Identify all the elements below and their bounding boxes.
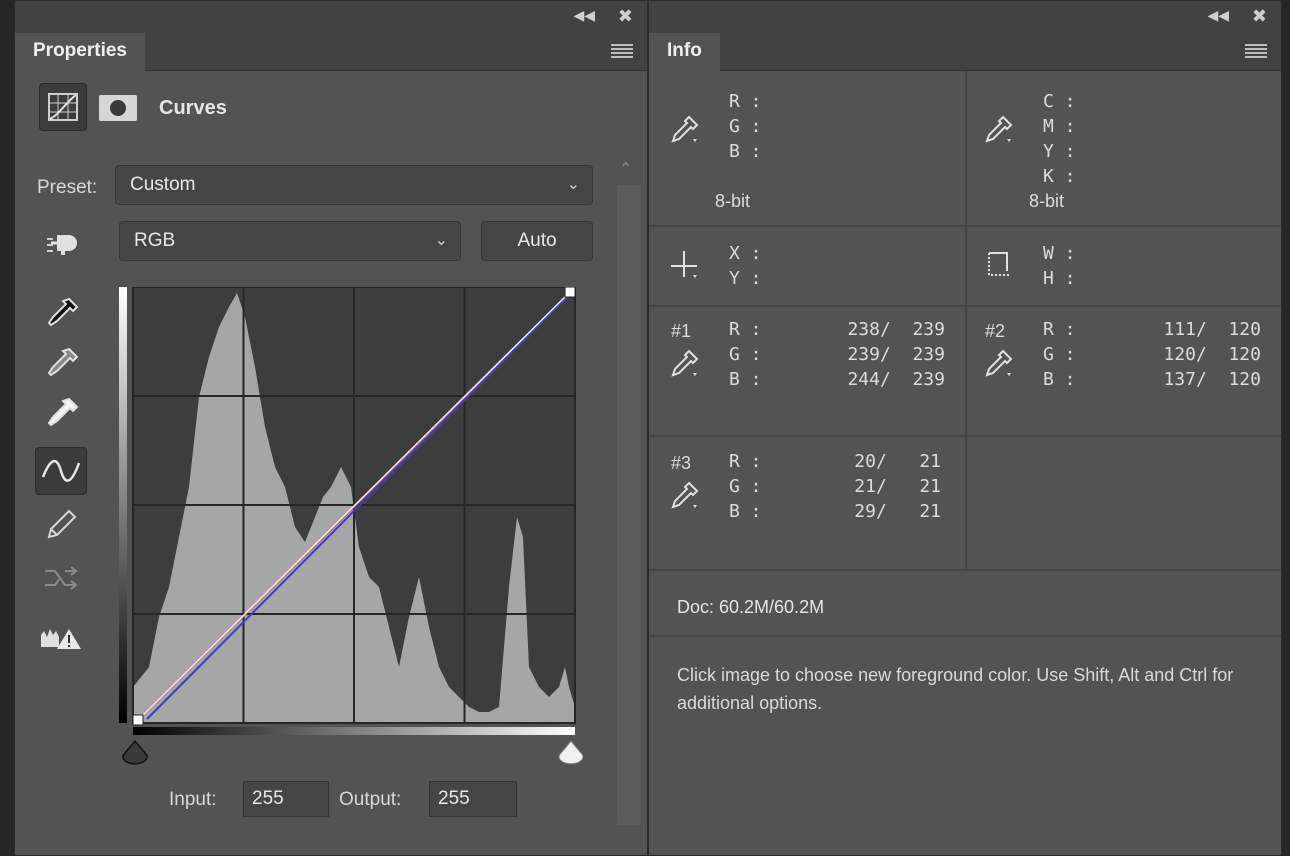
chevron-down-icon: ⌄ <box>566 176 580 193</box>
selection-size-icon <box>988 252 1011 276</box>
color-sample-3: #3 R : G : B : 20/ 21 21/ 21 29/ 21 <box>649 437 967 571</box>
sample-id: #2 <box>985 321 1006 341</box>
preset-dropdown[interactable]: Custom ⌄ <box>115 165 593 205</box>
curves-graph[interactable] <box>119 286 579 727</box>
crosshair-icon <box>671 251 697 278</box>
black-input-slider[interactable] <box>122 739 148 765</box>
bit-depth: 8-bit <box>715 191 751 211</box>
white-eyedropper-icon[interactable] <box>35 389 87 437</box>
xy-readout: X : Y : <box>649 227 967 307</box>
eyedropper-icon <box>671 349 699 377</box>
tab-info[interactable]: Info <box>649 33 720 71</box>
sample-labels: R : G : B : <box>1043 319 1076 390</box>
clipping-warning-icon[interactable] <box>35 613 87 661</box>
eyedropper-icon <box>985 115 1013 143</box>
chevron-down-icon: ⌄ <box>434 232 448 249</box>
cmyk-labels: C : M : Y : K : <box>1043 91 1076 187</box>
channel-value: RGB <box>134 230 176 251</box>
scroll-up-icon[interactable]: ⌃ <box>619 159 632 179</box>
black-point-handle[interactable] <box>132 714 144 726</box>
panel-header: ◀◀ ✖ <box>649 1 1281 33</box>
output-field[interactable]: 255 <box>429 781 517 817</box>
preset-label: Preset: <box>37 177 98 198</box>
gray-eyedropper-icon[interactable] <box>35 339 87 387</box>
input-field[interactable]: 255 <box>243 781 329 817</box>
eyedropper-icon <box>985 349 1013 377</box>
auto-button[interactable]: Auto <box>481 221 593 261</box>
sample-id: #3 <box>671 453 692 473</box>
output-label: Output: <box>339 789 402 810</box>
output-gradient-bar <box>119 287 127 723</box>
preset-value: Custom <box>130 174 196 195</box>
doc-size: Doc: 60.2M/60.2M <box>677 597 825 617</box>
eyedropper-icon <box>671 115 699 143</box>
collapse-icon[interactable]: ◀◀ <box>573 7 595 24</box>
properties-panel: ◀◀ ✖ Properties Curves Preset: Custom ⌄ <box>14 0 648 856</box>
eyedropper-icon <box>671 481 699 509</box>
sample-id: #1 <box>671 321 692 341</box>
tab-bar: Properties <box>15 33 647 71</box>
color-sample-2: #2 R : G : B : 111/ 120 120/ 120 137/ 12… <box>967 307 1281 437</box>
status-hint: Click image to choose new foreground col… <box>677 665 1234 713</box>
wh-readout: W : H : <box>967 227 1281 307</box>
rgb-labels: R : G : B : <box>729 91 762 162</box>
empty-cell <box>967 437 1281 571</box>
target-adjust-icon[interactable] <box>35 219 87 267</box>
info-panel: ◀◀ ✖ Info R : G : B : 8-bit C : M : Y : … <box>648 0 1282 856</box>
cmyk-readout: C : M : Y : K : 8-bit <box>967 71 1281 227</box>
tab-bar: Info <box>649 33 1281 71</box>
wh-labels: W : H : <box>1043 243 1076 289</box>
pencil-icon[interactable] <box>35 501 87 549</box>
mask-icon[interactable] <box>95 83 143 131</box>
panel-menu-icon[interactable] <box>1245 44 1267 58</box>
close-icon[interactable]: ✖ <box>618 6 633 27</box>
rgb-readout: R : G : B : 8-bit <box>649 71 967 227</box>
input-label: Input: <box>169 789 217 810</box>
tab-properties[interactable]: Properties <box>15 33 145 71</box>
adjustment-title: Curves <box>159 97 227 119</box>
collapse-icon[interactable]: ◀◀ <box>1207 7 1229 24</box>
sample-values: 238/ 239 239/ 239 244/ 239 <box>847 319 945 390</box>
white-input-slider[interactable] <box>558 740 584 765</box>
sample-labels: R : G : B : <box>729 451 762 522</box>
color-sample-1: #1 R : G : B : 238/ 239 239/ 239 244/ 23… <box>649 307 967 437</box>
white-point-handle[interactable] <box>564 286 576 298</box>
xy-labels: X : Y : <box>729 243 762 289</box>
channel-dropdown[interactable]: RGB ⌄ <box>119 221 461 261</box>
scrollbar-thumb[interactable] <box>617 185 641 825</box>
smooth-icon[interactable] <box>35 553 87 601</box>
curve-tool-icon[interactable] <box>35 447 87 495</box>
input-gradient-slider[interactable] <box>119 727 589 767</box>
sample-values: 20/ 21 21/ 21 29/ 21 <box>854 451 941 522</box>
sample-values: 111/ 120 120/ 120 137/ 120 <box>1163 319 1261 390</box>
curves-adjustment-icon[interactable] <box>39 83 87 131</box>
sample-labels: R : G : B : <box>729 319 762 390</box>
panel-header: ◀◀ ✖ <box>15 1 647 33</box>
bit-depth: 8-bit <box>1029 191 1065 211</box>
panel-menu-icon[interactable] <box>611 44 633 58</box>
close-icon[interactable]: ✖ <box>1252 6 1267 27</box>
black-eyedropper-icon[interactable] <box>35 289 87 337</box>
scrollbar[interactable]: ⌃ <box>615 157 643 825</box>
